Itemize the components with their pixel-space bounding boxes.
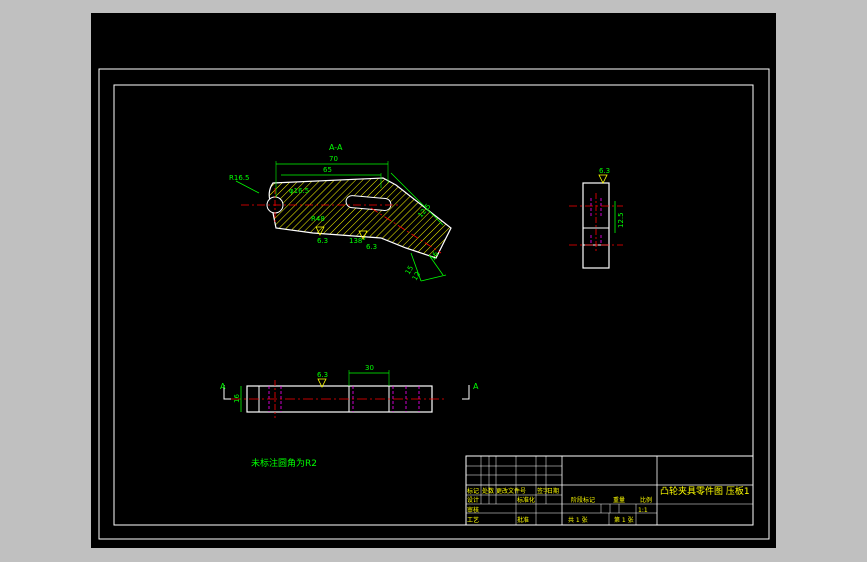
section-mark-left: A [220, 382, 226, 391]
dim-16-h: 16 [233, 394, 241, 403]
tb-change-doc: 更改文件号 [496, 487, 526, 495]
tb-date: 日期 [547, 487, 559, 495]
section-mark-right: A [473, 382, 479, 391]
tb-total: 共 1 张 [568, 516, 588, 524]
tb-mark: 标记 [467, 487, 479, 495]
side-view: 6.3 12.5 [569, 167, 625, 269]
tb-count: 处数 [482, 487, 494, 495]
tb-stage: 阶段标记 [571, 496, 595, 504]
tb-craft: 工艺 [467, 516, 479, 524]
outer-frame [98, 68, 770, 540]
title-block: 标记 处数 更改文件号 签字 日期 设计 标准化 审核 工艺 批准 阶段标记 重… [465, 455, 754, 526]
dim-r: R16.5 [229, 174, 249, 182]
dim-70: 70 [329, 155, 338, 163]
tb-designer: 设计 [467, 496, 479, 504]
dim-phi: φ16.5 [289, 187, 309, 195]
tb-scale: 1:1 [638, 507, 648, 514]
tb-check: 审核 [467, 506, 479, 514]
cad-drawing: A-A 70 65 R16.5 φ16.5 R48 6.3 138° 6.3 1… [98, 68, 770, 540]
tb-scale-label: 比例 [640, 496, 652, 504]
technical-notes: 未标注圆角为R2 [251, 457, 317, 469]
tb-weight: 重量 [613, 496, 625, 504]
tb-part-name: 凸轮夹具零件图 压板1 [660, 485, 750, 497]
section-label: A-A [329, 143, 343, 152]
tb-sheet: 第 1 张 [614, 516, 634, 524]
tb-standard: 标准化 [517, 496, 535, 504]
dim-63-bottom: 6.3 [317, 371, 328, 379]
dim-r48: R48 [311, 215, 325, 223]
drawing-canvas: A-A 70 65 R16.5 φ16.5 R48 6.3 138° 6.3 1… [91, 13, 776, 548]
dim-30: 30 [365, 364, 374, 372]
dim-65: 65 [323, 166, 332, 174]
tb-approve: 批准 [517, 516, 529, 524]
dim-125-side: 12.5 [617, 212, 625, 228]
dim-63b: 6.3 [366, 243, 377, 251]
section-view: A-A 70 65 R16.5 φ16.5 R48 6.3 138° 6.3 1… [229, 143, 452, 282]
bottom-view: 30 6.3 16 A A [220, 364, 479, 418]
dim-63-side: 6.3 [599, 167, 610, 175]
dim-63a: 6.3 [317, 237, 328, 245]
